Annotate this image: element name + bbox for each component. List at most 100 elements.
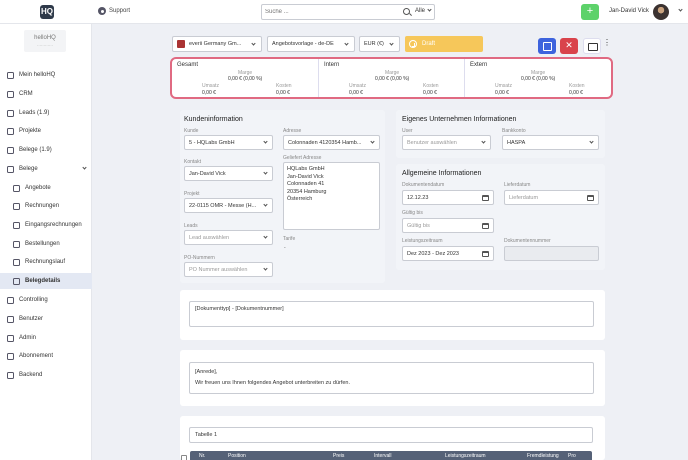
table-header-cell[interactable]: Intervall [374, 453, 392, 459]
sidebar-item-backend[interactable]: Backend [0, 367, 92, 383]
delivery-address-label: Geliefert Adresse [283, 155, 322, 161]
company-select[interactable]: everii Germany Gm... [172, 36, 262, 52]
user-label: User [402, 128, 413, 134]
select-all-checkbox[interactable] [181, 455, 187, 460]
calendar-icon[interactable] [482, 195, 489, 201]
calendar-range-icon[interactable] [482, 251, 489, 257]
costs-value: 0,00 € [569, 90, 583, 96]
contact-value: Jan-David Vick [189, 170, 226, 177]
bank-select[interactable]: HASPA [502, 135, 599, 150]
search-filter-label: Alle [415, 8, 426, 14]
sidebar-item-incoming-invoices[interactable]: Eingangsrechnungen [0, 217, 92, 233]
lead-select[interactable]: Lead auswählen [184, 230, 273, 245]
sidebar-item-projects[interactable]: Projekte [0, 123, 92, 139]
document-date-value: 12.12.23 [407, 194, 429, 201]
sidebar-item-label: Bestellungen [25, 241, 60, 247]
table-header-cell[interactable]: Leistungszeitraum [445, 453, 486, 459]
address-line: 20354 Hamburg [287, 188, 327, 195]
table-name-input[interactable]: Tabelle 1 [189, 427, 593, 443]
delivery-date-input[interactable]: Lieferdatum [504, 190, 599, 205]
invoices-icon [13, 202, 20, 210]
currency-value: EUR (€) [364, 41, 384, 47]
sidebar-item-invoice-run[interactable]: Rechnungslauf [0, 254, 92, 270]
app-logo[interactable]: HQ [40, 5, 54, 19]
document-date-input[interactable]: 12.12.23 [402, 190, 494, 205]
support-link[interactable]: Support [98, 7, 130, 15]
salutation-text: [Anrede], [195, 369, 218, 375]
sidebar-item-controlling[interactable]: Controlling [0, 292, 92, 308]
sidebar-item-invoices[interactable]: Rechnungen [0, 198, 92, 214]
user-select[interactable]: Benutzer auswählen [402, 135, 491, 150]
calendar-icon[interactable] [482, 223, 489, 229]
sidebar-item-orders[interactable]: Bestellungen [0, 236, 92, 252]
table-header-cell[interactable]: Pro [568, 453, 576, 459]
more-options-icon[interactable]: ⋮ [603, 39, 611, 47]
summary-title: Intern [324, 62, 340, 68]
sidebar-item-label: Abonnement [19, 353, 54, 359]
customer-select[interactable]: 5 - HQLabs GmbH [184, 135, 273, 150]
sidebar-item-users[interactable]: Benutzer [0, 311, 92, 327]
chevron-down-icon [389, 41, 394, 46]
service-period-input[interactable]: Dez 2023 - Dez 2023 [402, 246, 494, 261]
delivery-date-placeholder: Lieferdatum [509, 194, 539, 201]
table-header-cell[interactable]: Nr. [199, 453, 205, 459]
address-value: Colonnaden 4120354 Hamb... [288, 139, 362, 146]
intro-textarea[interactable]: [Anrede], Wir freuen uns Ihnen folgendes… [189, 362, 594, 394]
document-title-input[interactable]: [Dokumenttyp] - [Dokumentnummer] [189, 301, 594, 327]
project-select[interactable]: 22-0115 OMR - Messe (H... [184, 198, 273, 213]
chevron-down-icon [263, 202, 268, 207]
po-select[interactable]: PO Nummer auswählen [184, 262, 273, 277]
address-line: HQLabs GmbH [287, 166, 325, 172]
table-header-cell[interactable]: Position [228, 453, 246, 459]
table-header-cell[interactable]: Preis [333, 453, 344, 459]
user-name[interactable]: Jan-David Vick [609, 8, 649, 14]
sidebar-item-document-details[interactable]: Belegdetails [0, 273, 92, 289]
search-icon[interactable] [403, 8, 410, 15]
valid-until-placeholder: Gültig bis [407, 222, 430, 229]
search-input[interactable] [265, 7, 395, 17]
sidebar-item-offers[interactable]: Angebote [0, 180, 92, 196]
table-header-cell[interactable]: Fremdleistung [527, 453, 559, 459]
sidebar-item-subscription[interactable]: Abonnement [0, 348, 92, 364]
valid-until-label: Gültig bis [402, 210, 423, 216]
currency-select[interactable]: EUR (€) [359, 36, 400, 52]
valid-until-input[interactable]: Gültig bis [402, 218, 494, 233]
users-icon [7, 315, 14, 323]
sidebar-item-documents[interactable]: Belege [0, 161, 92, 177]
chevron-down-icon[interactable] [82, 165, 87, 170]
company-value: everii Germany Gm... [189, 41, 242, 47]
status-badge[interactable]: Draft [405, 36, 483, 52]
address-select[interactable]: Colonnaden 4120354 Hamb... [283, 135, 380, 150]
comments-button[interactable] [583, 38, 601, 54]
contact-select[interactable]: Jan-David Vick [184, 166, 273, 181]
customer-info-title: Kundeninformation [184, 116, 243, 123]
lead-placeholder: Lead auswählen [189, 234, 230, 241]
costs-label: Kosten [569, 83, 585, 89]
admin-icon [7, 334, 14, 342]
sidebar-item-label: Belege [19, 166, 38, 172]
sidebar-item-my-hellohq[interactable]: Mein helloHQ [0, 67, 92, 83]
chevron-down-icon [481, 139, 486, 144]
sidebar-item-leads[interactable]: Leads (1.9) [0, 105, 92, 121]
add-button[interactable]: + [581, 4, 599, 20]
delivery-address-textarea[interactable]: HQLabs GmbH Jan-David Vick Colonnaden 41 20… [283, 162, 380, 230]
template-select[interactable]: Angebotsvorlage - de-DE [267, 36, 355, 52]
service-period-label: Leistungszeitraum [402, 238, 443, 244]
customer-label: Kunde [184, 128, 199, 134]
user-menu-chevron-icon[interactable] [678, 7, 683, 12]
sidebar-item-label: Projekte [19, 128, 42, 134]
cancel-button[interactable]: ✕ [560, 38, 578, 54]
sidebar-item-admin[interactable]: Admin [0, 330, 92, 346]
avatar[interactable] [653, 4, 669, 20]
sidebar-item-crm[interactable]: CRM [0, 86, 92, 102]
my-hellohq-icon [7, 71, 14, 79]
tariffs-value: - [284, 245, 286, 251]
project-label: Projekt [184, 191, 200, 197]
sidebar-item-documents-19[interactable]: Belege (1.9) [0, 142, 92, 158]
calendar-icon[interactable] [587, 195, 594, 201]
own-company-title: Eigenes Unternehmen Informationen [402, 116, 517, 123]
document-date-label: Dokumentendatum [402, 182, 445, 188]
save-button[interactable] [538, 38, 556, 54]
search-filter-select[interactable]: Alle [415, 7, 432, 14]
customer-value: 5 - HQLabs GmbH [189, 139, 235, 146]
